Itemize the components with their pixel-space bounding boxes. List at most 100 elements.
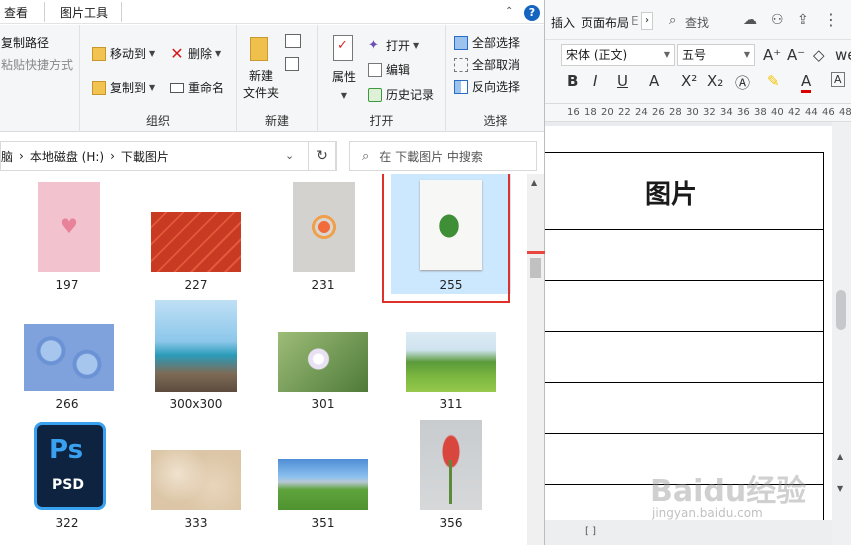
- properties-button[interactable]: 属性 ▼: [328, 69, 360, 104]
- ruler-tick-label: 16: [567, 107, 580, 118]
- tab-view[interactable]: 查看: [4, 4, 28, 21]
- ruler-tick-label: 46: [822, 107, 835, 118]
- document-vertical-scrollbar[interactable]: ▲ ▼: [832, 122, 851, 545]
- tab-picture-tools[interactable]: 图片工具: [60, 4, 108, 21]
- file-item[interactable]: 351: [263, 414, 383, 534]
- delete-button[interactable]: ✕ 删除 ▼: [170, 45, 221, 62]
- eraser-icon[interactable]: ◇: [813, 46, 825, 64]
- word-processor-window: 插入 页面布局 E › ⌕ 查找 ☁ ⚇ ⇪ ⋮ 宋体 (正文) ▼ 五号 ▼ A⁺…: [545, 0, 851, 545]
- invert-selection-button[interactable]: 反向选择: [454, 78, 520, 95]
- scrollbar-thumb[interactable]: [836, 290, 846, 330]
- file-item[interactable]: 356: [391, 414, 511, 534]
- copy-to-button[interactable]: 复制到 ▼: [92, 79, 155, 96]
- paste-shortcut-button[interactable]: 粘贴快捷方式: [1, 56, 73, 73]
- refresh-button[interactable]: ↻: [308, 141, 336, 171]
- new-item-icon[interactable]: [285, 34, 301, 48]
- history-label: 历史记录: [386, 88, 435, 102]
- file-item[interactable]: Ps PSD 322: [7, 414, 127, 534]
- menu-insert[interactable]: 插入: [551, 14, 575, 31]
- psd-icon-text: PSD: [52, 477, 84, 493]
- file-item[interactable]: 311: [391, 294, 511, 414]
- share-icon[interactable]: ⇪: [797, 12, 809, 28]
- cloud-icon[interactable]: ☁: [743, 12, 757, 28]
- bold-button[interactable]: B: [567, 72, 578, 90]
- font-size-value: 五号: [682, 48, 707, 62]
- edit-button[interactable]: 编辑: [368, 61, 410, 78]
- ruler-tick-label: 42: [788, 107, 801, 118]
- phonetic-icon[interactable]: Ⓐ: [735, 72, 750, 93]
- watermark-logo: Baidu经验: [650, 474, 807, 509]
- file-name: 351: [311, 516, 335, 530]
- file-name: 322: [55, 516, 79, 530]
- open-group-label: 打开: [369, 114, 394, 128]
- chevron-down-icon: ▼: [663, 50, 670, 59]
- italic-button[interactable]: I: [593, 72, 597, 90]
- help-icon[interactable]: ?: [524, 5, 540, 21]
- delete-x-icon: ✕: [170, 43, 184, 63]
- new-folder-button[interactable]: 新建 文件夹: [241, 68, 281, 102]
- history-button[interactable]: 历史记录: [368, 86, 434, 103]
- font-color-button[interactable]: A: [801, 72, 812, 93]
- properties-label: 属性: [331, 70, 356, 84]
- select-none-label: 全部取消: [472, 58, 521, 72]
- font-name-select[interactable]: 宋体 (正文) ▼: [561, 44, 675, 66]
- chevron-up-icon[interactable]: ⌃: [505, 6, 513, 17]
- menu-page-layout[interactable]: 页面布局: [581, 14, 629, 31]
- search-icon: ⌕: [362, 148, 370, 164]
- folder-icon: [250, 37, 268, 61]
- open-icon: ✦: [368, 37, 379, 53]
- shrink-font-icon[interactable]: A⁻: [787, 46, 805, 64]
- scrollbar-thumb[interactable]: [530, 258, 541, 278]
- search-icon: ⌕: [669, 13, 677, 28]
- ribbon-tab-bar: 查看 图片工具 ⌃ ?: [0, 0, 544, 24]
- chevron-down-icon[interactable]: ⌄: [285, 149, 294, 162]
- image-thumbnail: [155, 300, 237, 392]
- ruler-tick-label: 24: [635, 107, 648, 118]
- font-effect-button[interactable]: A: [649, 72, 659, 90]
- refresh-icon: ↻: [316, 148, 328, 164]
- search-input[interactable]: ⌕ 在 下載图片 中搜索: [349, 141, 537, 171]
- subscript-button[interactable]: X₂: [707, 72, 723, 90]
- scroll-down-icon[interactable]: ▼: [837, 484, 843, 493]
- breadcrumb-item[interactable]: 下載图片: [121, 148, 169, 165]
- underline-button[interactable]: U: [617, 72, 628, 90]
- breadcrumb-item[interactable]: 本地磁盘 (H:): [30, 148, 104, 165]
- breadcrumb-item[interactable]: 脑: [1, 148, 13, 165]
- scroll-up-icon[interactable]: ▲: [837, 452, 843, 461]
- select-none-button[interactable]: 全部取消: [454, 56, 520, 73]
- file-item[interactable]: 227: [136, 174, 256, 294]
- menu-more[interactable]: E: [631, 14, 639, 28]
- select-all-button[interactable]: 全部选择: [454, 34, 520, 51]
- open-button[interactable]: ✦ 打开 ▼: [368, 37, 419, 54]
- file-item[interactable]: ♥ 197: [7, 174, 127, 294]
- text-layout-icon[interactable]: wé: [835, 46, 851, 64]
- move-to-button[interactable]: 移动到 ▼: [92, 45, 155, 62]
- file-item[interactable]: 231: [263, 174, 383, 294]
- easy-access-icon[interactable]: [285, 57, 299, 71]
- ruler-tick-label: 34: [720, 107, 733, 118]
- grow-font-icon[interactable]: A⁺: [763, 46, 781, 64]
- char-border-icon[interactable]: A: [831, 72, 845, 87]
- file-item[interactable]: 300x300: [136, 294, 256, 414]
- file-item[interactable]: 333: [136, 414, 256, 534]
- more-icon[interactable]: ⋮: [823, 10, 839, 29]
- font-size-select[interactable]: 五号 ▼: [677, 44, 755, 66]
- vertical-scrollbar[interactable]: ▲: [527, 174, 544, 545]
- ruler-tick-label: 36: [737, 107, 750, 118]
- breadcrumb-separator: ›: [19, 149, 24, 163]
- superscript-button[interactable]: X²: [681, 72, 697, 90]
- rename-button[interactable]: 重命名: [170, 79, 224, 96]
- file-item[interactable]: 266: [7, 294, 127, 414]
- search-label[interactable]: 查找: [685, 14, 709, 31]
- rename-label: 重命名: [188, 81, 225, 95]
- rename-icon: [170, 82, 184, 93]
- file-item[interactable]: 301: [263, 294, 383, 414]
- copy-path-button[interactable]: 复制路径: [1, 34, 49, 51]
- scroll-up-icon[interactable]: ▲: [531, 178, 537, 187]
- highlighter-icon[interactable]: ✎: [767, 72, 780, 90]
- address-bar[interactable]: 脑 › 本地磁盘 (H:) › 下載图片 ⌄: [0, 141, 337, 171]
- history-icon: [368, 87, 382, 102]
- chevron-right-icon[interactable]: ›: [641, 12, 653, 30]
- font-name-value: 宋体 (正文): [566, 48, 628, 62]
- user-add-icon[interactable]: ⚇: [771, 12, 784, 28]
